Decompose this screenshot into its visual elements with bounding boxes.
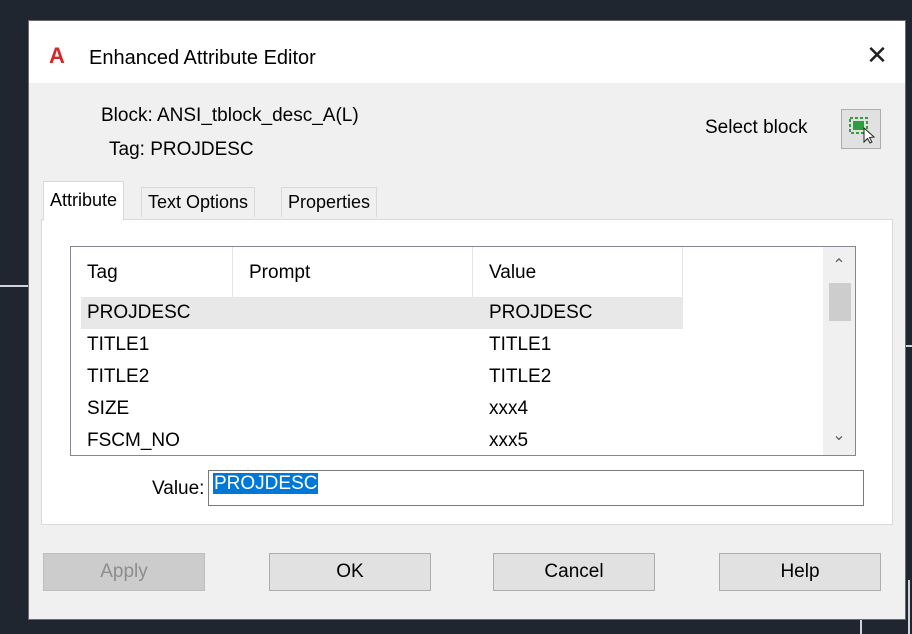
table-row[interactable]: TITLE2 TITLE2 bbox=[81, 361, 683, 393]
row-tag: FSCM_NO bbox=[87, 430, 180, 451]
row-value: TITLE1 bbox=[489, 334, 552, 355]
cancel-button[interactable]: Cancel bbox=[493, 553, 655, 591]
value-input[interactable]: PROJDESC bbox=[208, 470, 864, 506]
tag-name-label: Tag: PROJDESC bbox=[109, 139, 254, 160]
list-header: Tag Prompt Value bbox=[71, 247, 683, 297]
cad-line-right-vertical-1 bbox=[908, 580, 910, 634]
row-tag: PROJDESC bbox=[87, 302, 191, 323]
dialog-title: Enhanced Attribute Editor bbox=[89, 47, 316, 69]
list-vertical-scrollbar[interactable]: ⌃ ⌄ bbox=[823, 247, 855, 455]
scrollbar-thumb[interactable] bbox=[829, 283, 851, 321]
column-header-tag[interactable]: Tag bbox=[71, 247, 233, 297]
tab-properties[interactable]: Properties bbox=[281, 187, 378, 217]
block-name-label: Block: ANSI_tblock_desc_A(L) bbox=[101, 105, 359, 126]
row-value: PROJDESC bbox=[489, 302, 593, 323]
select-block-icon bbox=[849, 117, 876, 144]
scroll-up-button[interactable]: ⌃ bbox=[823, 251, 855, 281]
row-value: TITLE2 bbox=[489, 366, 552, 387]
ok-button[interactable]: OK bbox=[269, 553, 431, 591]
help-button[interactable]: Help bbox=[719, 553, 881, 591]
cad-line-bottom bbox=[860, 620, 862, 634]
table-row[interactable]: SIZE xxx4 bbox=[81, 393, 683, 425]
close-button[interactable]: ✕ bbox=[857, 35, 897, 75]
enhanced-attribute-editor-dialog: A Enhanced Attribute Editor ✕ Block: ANS… bbox=[28, 20, 906, 620]
apply-button[interactable]: Apply bbox=[43, 553, 205, 591]
row-tag: SIZE bbox=[87, 398, 130, 419]
select-block-label: Select block bbox=[705, 117, 808, 138]
select-block-button[interactable] bbox=[841, 109, 881, 149]
table-row[interactable]: PROJDESC PROJDESC bbox=[81, 297, 683, 329]
value-input-selected-text: PROJDESC bbox=[213, 473, 319, 494]
scroll-down-button[interactable]: ⌄ bbox=[823, 421, 855, 451]
tab-text-options[interactable]: Text Options bbox=[141, 187, 256, 217]
column-header-value[interactable]: Value bbox=[473, 247, 683, 297]
autocad-logo-icon: A bbox=[49, 43, 65, 68]
cad-line-left bbox=[0, 285, 28, 287]
close-icon: ✕ bbox=[866, 40, 888, 70]
attribute-list[interactable]: Tag Prompt Value PROJDESC PROJDESC TITLE… bbox=[70, 246, 856, 456]
table-row[interactable]: FSCM_NO xxx5 bbox=[81, 425, 683, 455]
chevron-up-icon: ⌃ bbox=[832, 257, 846, 274]
value-field-label: Value: bbox=[152, 478, 205, 499]
title-bar: A Enhanced Attribute Editor ✕ bbox=[29, 21, 905, 83]
cad-line-right-horizontal bbox=[906, 345, 912, 347]
row-tag: TITLE2 bbox=[87, 366, 150, 387]
row-value: xxx4 bbox=[489, 398, 529, 419]
tab-attribute[interactable]: Attribute bbox=[43, 181, 125, 221]
row-tag: TITLE1 bbox=[87, 334, 150, 355]
table-row[interactable]: TITLE1 TITLE1 bbox=[81, 329, 683, 361]
column-header-prompt[interactable]: Prompt bbox=[233, 247, 473, 297]
chevron-down-icon: ⌄ bbox=[832, 427, 846, 444]
attribute-tab-panel: Tag Prompt Value PROJDESC PROJDESC TITLE… bbox=[41, 219, 893, 525]
row-value: xxx5 bbox=[489, 430, 529, 451]
